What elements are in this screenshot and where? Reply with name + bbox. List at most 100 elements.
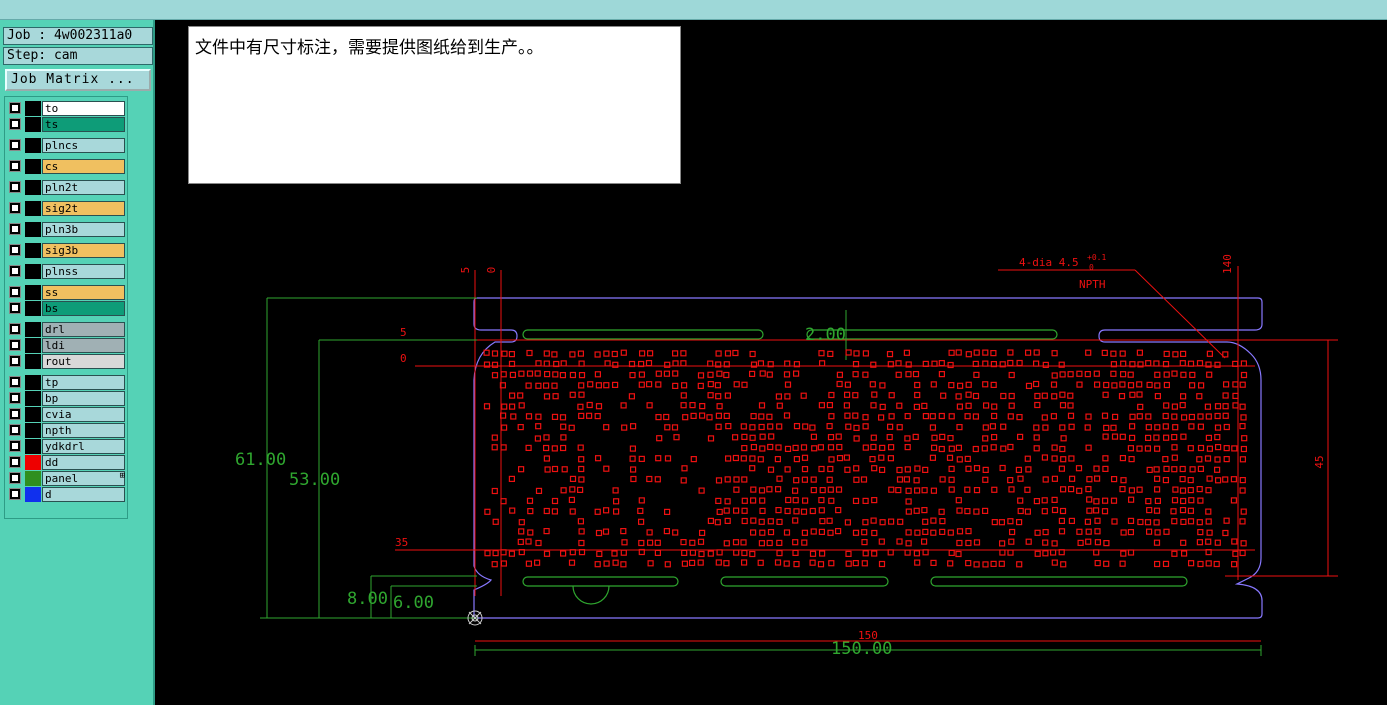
layer-row-dd[interactable]: dd [7, 455, 127, 470]
layer-checkbox[interactable] [9, 223, 21, 235]
layer-name[interactable]: rout [42, 354, 125, 369]
layer-row-drl[interactable]: drl [7, 322, 127, 337]
layer-row-rout[interactable]: rout [7, 354, 127, 369]
layer-name[interactable]: ldi [42, 338, 125, 353]
pad [862, 414, 869, 421]
layer-name[interactable]: tp [42, 375, 125, 390]
pad [913, 507, 920, 514]
layer-name[interactable]: cs [42, 159, 125, 174]
pad [750, 413, 757, 420]
layer-row-ydkdrl[interactable]: ydkdrl [7, 439, 127, 454]
layer-name[interactable]: plnss [42, 264, 125, 279]
layer-checkbox[interactable] [9, 440, 21, 452]
pad [879, 382, 886, 389]
pad [1172, 351, 1179, 358]
layer-checkbox[interactable] [9, 139, 21, 151]
job-matrix-button[interactable]: Job Matrix ... [5, 69, 151, 91]
layer-name[interactable]: bs [42, 301, 125, 316]
layer-row-to[interactable]: to [7, 101, 127, 116]
layer-name[interactable]: to [42, 101, 125, 116]
layer-checkbox[interactable] [9, 102, 21, 114]
layer-checkbox[interactable] [9, 488, 21, 500]
layer-row-bs[interactable]: bs [7, 301, 127, 316]
pad [672, 529, 679, 536]
layer-name[interactable]: plncs [42, 138, 125, 153]
layer-checkbox[interactable] [9, 408, 21, 420]
layer-row-ldi[interactable]: ldi [7, 338, 127, 353]
layer-checkbox[interactable] [9, 424, 21, 436]
pad [1058, 528, 1066, 535]
layer-row-tp[interactable]: tp [7, 375, 127, 390]
layer-row-plncs[interactable]: plncs [7, 138, 127, 153]
layer-checkbox[interactable] [9, 376, 21, 388]
layer-name[interactable]: ss [42, 285, 125, 300]
layer-name[interactable]: d [42, 487, 125, 502]
layer-row-sig2t[interactable]: sig2t [7, 201, 127, 216]
layer-checkbox[interactable] [9, 118, 21, 130]
layer-name[interactable]: npth [42, 423, 125, 438]
layer-checkbox[interactable] [9, 456, 21, 468]
layer-checkbox[interactable] [9, 244, 21, 256]
pad [1050, 381, 1058, 388]
pad [1136, 391, 1143, 398]
pad [628, 393, 635, 400]
pad [843, 391, 851, 398]
layer-checkbox[interactable] [9, 323, 21, 335]
pad [543, 393, 551, 400]
pad [577, 486, 584, 493]
layer-checkbox[interactable] [9, 265, 21, 277]
pad [1016, 414, 1023, 421]
layer-checkbox[interactable] [9, 355, 21, 367]
layer-checkbox[interactable] [9, 160, 21, 172]
layer-row-sig3b[interactable]: sig3b [7, 243, 127, 258]
layer-name[interactable]: pln2t [42, 180, 125, 195]
layer-name[interactable]: dd [42, 455, 125, 470]
pad [491, 361, 499, 368]
layer-name[interactable]: bp [42, 391, 125, 406]
pad [680, 360, 687, 367]
layer-row-d[interactable]: d [7, 487, 127, 502]
pad [551, 445, 558, 452]
pad [1007, 477, 1014, 484]
layer-name[interactable]: panel [42, 471, 125, 486]
pad [731, 434, 739, 441]
layer-checkbox[interactable] [9, 392, 21, 404]
pad [828, 413, 835, 420]
layer-row-plnss[interactable]: plnss [7, 264, 127, 279]
pad [1085, 538, 1092, 545]
layer-row-cs[interactable]: cs [7, 159, 127, 174]
layer-name[interactable]: drl [42, 322, 125, 337]
layer-checkbox[interactable] [9, 472, 21, 484]
layer-expand-icon[interactable]: ⊞ [120, 471, 125, 481]
pad [1092, 507, 1100, 514]
layer-row-npth[interactable]: npth [7, 423, 127, 438]
pad [1187, 487, 1194, 494]
layer-row-bp[interactable]: bp [7, 391, 127, 406]
pad [913, 477, 920, 484]
pad [578, 360, 585, 367]
pad [508, 550, 515, 557]
layer-row-pln2t[interactable]: pln2t [7, 180, 127, 195]
pad [1015, 519, 1023, 526]
layer-row-pln3b[interactable]: pln3b [7, 222, 127, 237]
layer-name[interactable]: sig2t [42, 201, 125, 216]
layer-checkbox[interactable] [9, 181, 21, 193]
layer-row-cvia[interactable]: cvia [7, 407, 127, 422]
layer-checkbox[interactable] [9, 302, 21, 314]
layer-name[interactable]: sig3b [42, 243, 125, 258]
layer-name[interactable]: cvia [42, 407, 125, 422]
layer-row-ts[interactable]: ts [7, 117, 127, 132]
layer-name[interactable]: ts [42, 117, 125, 132]
layer-row-ss[interactable]: ss [7, 285, 127, 300]
pad [948, 486, 955, 493]
pad [800, 508, 808, 515]
pad [1205, 560, 1212, 567]
layer-name[interactable]: ydkdrl [42, 439, 125, 454]
layer-name[interactable]: pln3b [42, 222, 125, 237]
cad-canvas[interactable]: 61.00 53.00 8.00 6.00 2.00 150.00 150 45… [155, 20, 1387, 705]
layer-checkbox[interactable] [9, 202, 21, 214]
pad [878, 454, 885, 461]
layer-checkbox[interactable] [9, 339, 21, 351]
layer-checkbox[interactable] [9, 286, 21, 298]
layer-row-panel[interactable]: panel ⊞ [7, 471, 127, 486]
